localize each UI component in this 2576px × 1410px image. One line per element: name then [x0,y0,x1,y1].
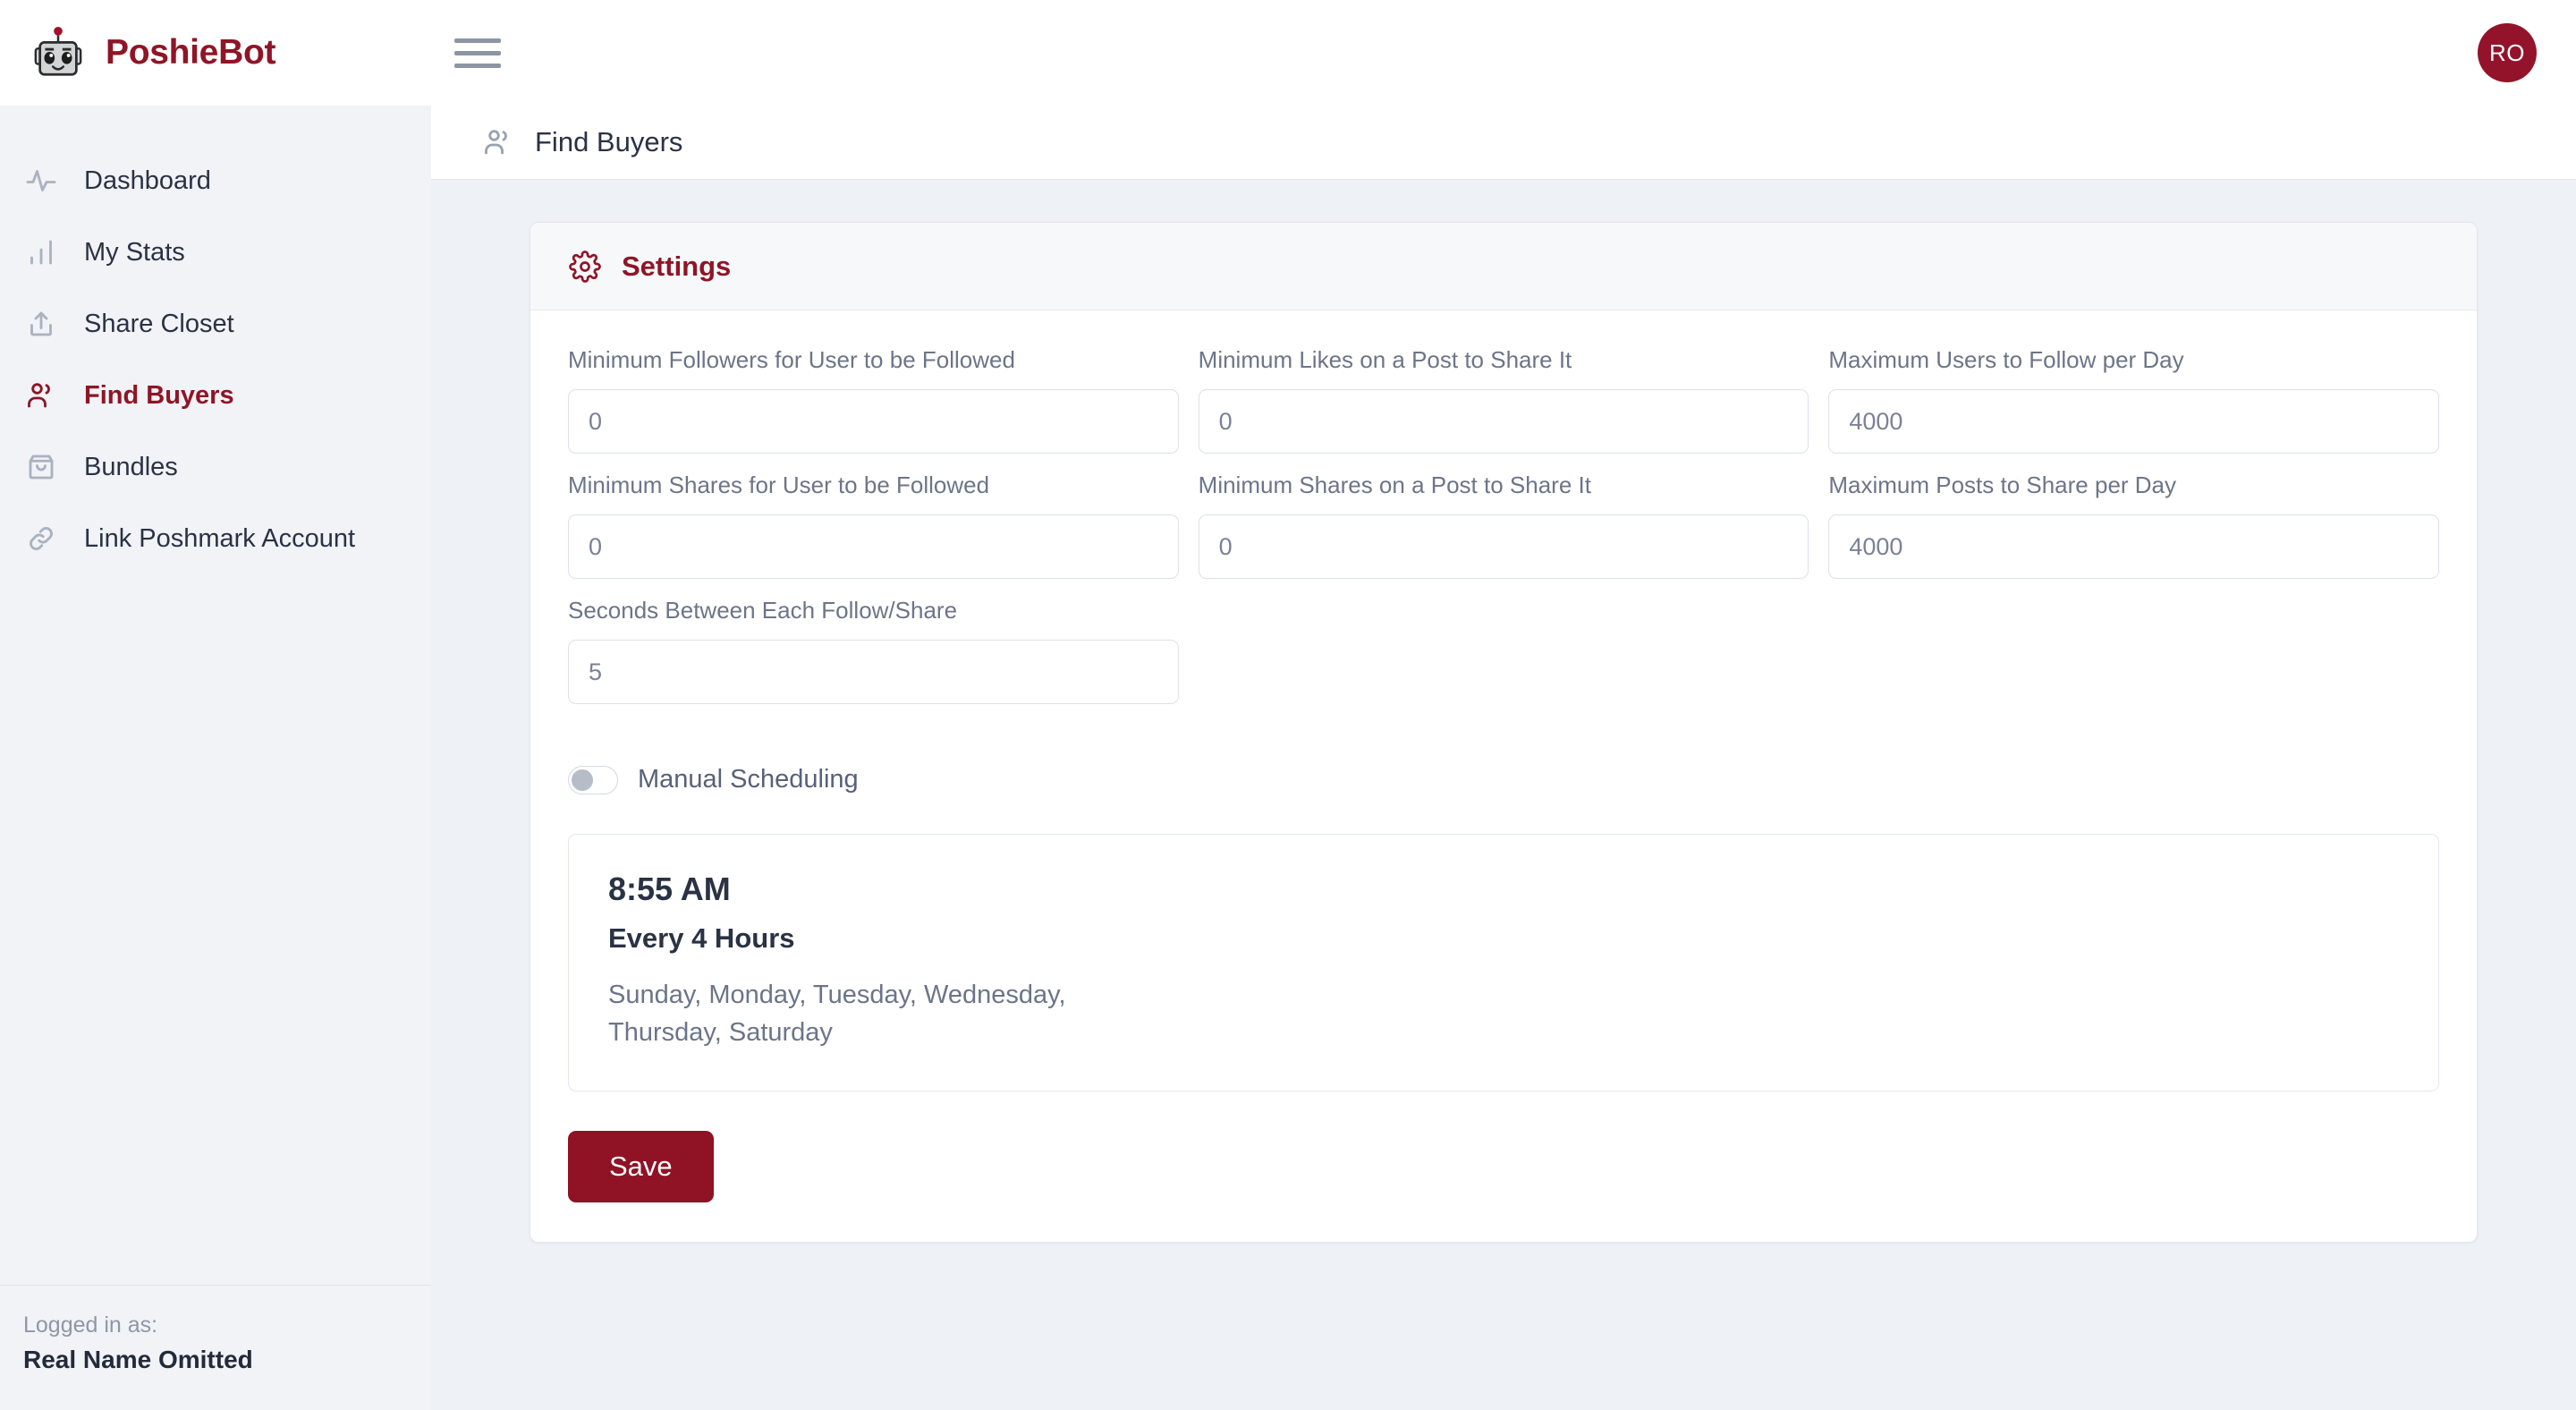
field-label: Maximum Users to Follow per Day [1828,346,2184,373]
field-label: Maximum Posts to Share per Day [1828,471,2177,498]
schedule-card[interactable]: 8:55 AM Every 4 Hours Sunday, Monday, Tu… [568,834,2439,1092]
content-area: Settings Minimum Followers for User to b… [431,179,2576,1410]
logged-in-user-name: Real Name Omitted [23,1346,253,1373]
main-content: Find Buyers Settings Minimum Followers f… [431,106,2576,1410]
field-label: Minimum Followers for User to be Followe… [568,346,1015,373]
field-min-shares-user: Minimum Shares for User to be Followed [568,471,1179,579]
shopping-bag-icon [23,449,59,485]
field-seconds-between: Seconds Between Each Follow/Share [568,597,1179,704]
sidebar-item-label: Find Buyers [84,380,234,410]
gear-icon [568,250,602,284]
save-button[interactable]: Save [568,1131,714,1203]
settings-card-header: Settings [530,223,2477,310]
brand-logo[interactable]: PoshieBot [0,25,431,81]
max-posts-share-input[interactable] [1828,514,2439,579]
settings-field-grid: Minimum Followers for User to be Followe… [568,346,2439,579]
hamburger-bar [454,63,501,68]
settings-card-body: Minimum Followers for User to be Followe… [530,310,2477,1242]
schedule-frequency: Every 4 Hours [608,922,795,954]
avatar[interactable]: RO [2478,23,2537,82]
sidebar-item-my-stats[interactable]: My Stats [0,217,431,288]
bar-chart-icon [23,234,59,270]
field-label: Seconds Between Each Follow/Share [568,597,958,624]
field-label: Minimum Shares on a Post to Share It [1198,471,1591,498]
manual-scheduling-row: Manual Scheduling [568,765,2439,794]
seconds-field-row: Seconds Between Each Follow/Share [568,597,2439,704]
manual-scheduling-label: Manual Scheduling [638,765,859,794]
sidebar-item-label: Bundles [84,452,178,481]
manual-scheduling-toggle[interactable] [568,765,618,794]
min-likes-input[interactable] [1198,389,1809,454]
field-label: Minimum Likes on a Post to Share It [1198,346,1572,373]
page-title: Find Buyers [535,126,683,157]
min-followers-input[interactable] [568,389,1179,454]
sidebar-item-share-closet[interactable]: Share Closet [0,288,431,360]
sidebar: Dashboard My Stats Share Closet Find Buy… [0,106,431,1410]
sidebar-item-find-buyers[interactable]: Find Buyers [0,360,431,431]
sidebar-item-dashboard[interactable]: Dashboard [0,145,431,217]
sidebar-item-label: Link Poshmark Account [84,523,356,553]
schedule-time: 8:55 AM [608,871,731,907]
top-bar: PoshieBot RO [0,0,2576,106]
brand-name: PoshieBot [106,33,276,72]
toggle-knob [572,769,593,791]
min-shares-user-input[interactable] [568,514,1179,579]
sidebar-item-link-poshmark-account[interactable]: Link Poshmark Account [0,503,431,574]
sidebar-item-label: Dashboard [84,166,211,195]
field-label: Minimum Shares for User to be Followed [568,471,990,498]
settings-card-title: Settings [622,250,732,282]
min-shares-post-input[interactable] [1198,514,1809,579]
hamburger-menu-icon[interactable] [454,33,501,72]
hamburger-bar [454,38,501,43]
link-chain-icon [23,521,59,556]
field-min-followers: Minimum Followers for User to be Followe… [568,346,1179,454]
field-min-shares-post: Minimum Shares on a Post to Share It [1198,471,1809,579]
sidebar-item-label: My Stats [84,237,185,267]
sidebar-nav: Dashboard My Stats Share Closet Find Buy… [0,106,431,1285]
app-root: PoshieBot RO Dashboard My Stats Share Cl… [0,0,2576,1410]
upload-icon [23,306,59,342]
hamburger-bar [454,50,501,55]
robot-icon [30,25,86,81]
activity-pulse-icon [23,163,59,199]
sidebar-footer: Logged in as: Real Name Omitted [0,1285,431,1410]
sidebar-item-bundles[interactable]: Bundles [0,431,431,503]
logged-in-label: Logged in as: [23,1312,158,1338]
field-max-users-follow: Maximum Users to Follow per Day [1828,346,2439,454]
sidebar-item-label: Share Closet [84,309,234,338]
users-icon [481,125,515,159]
users-icon [23,378,59,413]
max-users-follow-input[interactable] [1828,389,2439,454]
seconds-between-input[interactable] [568,640,1179,704]
field-min-likes: Minimum Likes on a Post to Share It [1198,346,1809,454]
field-max-posts-share: Maximum Posts to Share per Day [1828,471,2439,579]
schedule-days: Sunday, Monday, Tuesday, Wednesday, Thur… [608,981,1066,1048]
settings-card: Settings Minimum Followers for User to b… [530,222,2478,1244]
page-header: Find Buyers [431,106,2576,179]
body-row: Dashboard My Stats Share Closet Find Buy… [0,106,2576,1410]
